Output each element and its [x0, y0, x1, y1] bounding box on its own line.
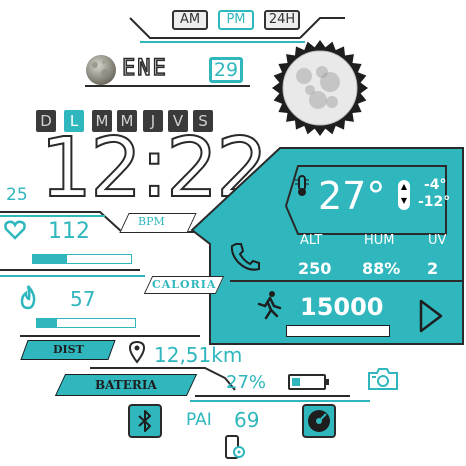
heart-progress-bar: [32, 254, 132, 264]
temp-range-icon: ▲ ▼: [398, 180, 410, 210]
dist-label: DIST: [52, 343, 84, 356]
location-icon: [128, 340, 146, 364]
battery-icon: [288, 374, 326, 390]
steps-progress-bar: [286, 325, 390, 337]
pai-label: PAI: [186, 410, 212, 430]
temp-low: -12°: [418, 194, 451, 210]
battery-value: 27%: [226, 372, 267, 393]
bluetooth-icon: [138, 410, 151, 432]
heart-value: 112: [48, 219, 90, 244]
month-label: ENE: [121, 55, 168, 82]
hum-value: 88%: [362, 259, 401, 278]
music-icon: [308, 410, 330, 432]
phone-icon[interactable]: [228, 240, 262, 274]
battery-level-fill: [292, 378, 301, 386]
camera-icon[interactable]: [366, 366, 400, 392]
calories-progress-fill: [37, 319, 57, 327]
calories-label: CALORIA: [152, 278, 217, 291]
thermometer-icon: [295, 175, 309, 196]
heart-icon: [4, 220, 26, 240]
uv-label: UV: [428, 233, 447, 248]
uv-value: 2: [427, 259, 439, 278]
music-button[interactable]: [302, 404, 336, 438]
flame-icon: [20, 285, 36, 310]
gallery-badge-icon[interactable]: [270, 38, 370, 138]
moon-icon: [86, 55, 116, 85]
weather-temp: 27°: [318, 174, 386, 218]
hum-label: HUM: [364, 233, 395, 248]
alt-label: ALT: [300, 233, 323, 248]
runner-icon: [257, 291, 282, 320]
pai-value: 69: [234, 408, 260, 432]
battery-plate: BATERIA: [54, 374, 198, 396]
calories-progress-bar: [36, 318, 136, 328]
distance-value: 12,51km: [154, 343, 243, 367]
steps-value: 15000: [300, 293, 384, 321]
day-number: 29: [209, 57, 243, 83]
alt-value: 250: [298, 259, 332, 278]
dist-plate: DIST: [20, 340, 116, 360]
calories-value: 57: [70, 287, 96, 311]
battery-tip: [326, 379, 329, 385]
bluetooth-button[interactable]: [128, 404, 162, 438]
heart-progress-fill: [33, 255, 68, 263]
play-icon[interactable]: [418, 298, 444, 334]
phone-settings-icon[interactable]: [222, 434, 248, 462]
clock-seconds: 25: [6, 185, 28, 205]
temp-high: -4°: [424, 177, 447, 193]
battery-label: BATERIA: [95, 378, 157, 392]
bpm-label: BPM: [138, 215, 165, 228]
